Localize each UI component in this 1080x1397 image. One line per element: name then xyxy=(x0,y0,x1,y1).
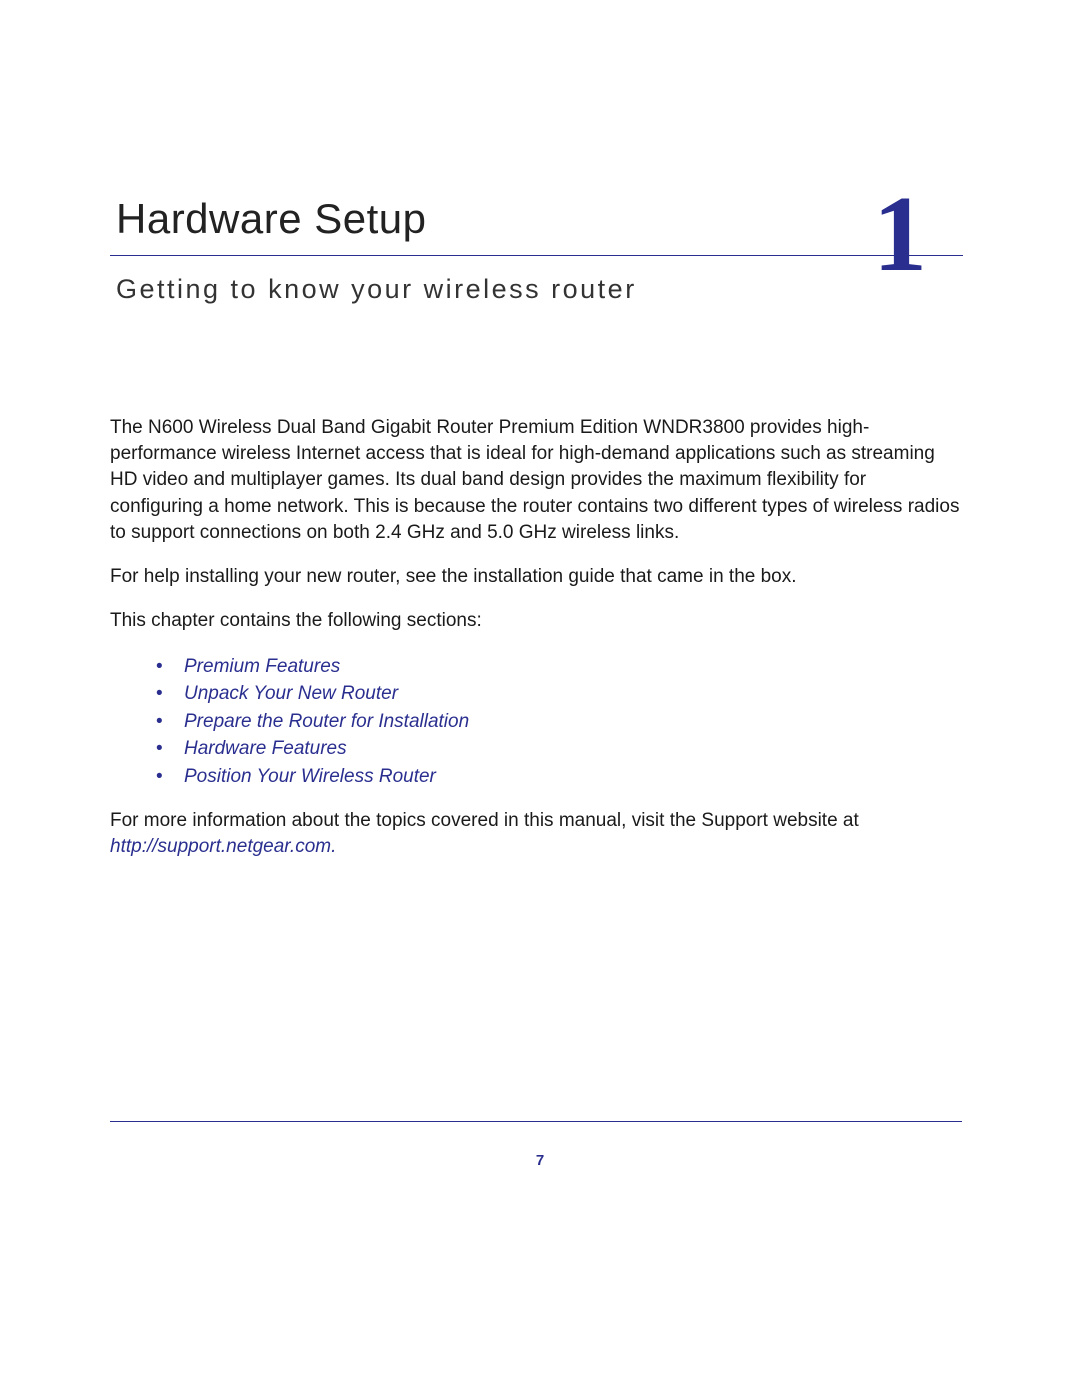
more-info-prefix: For more information about the topics co… xyxy=(110,810,859,831)
sections-intro: This chapter contains the following sect… xyxy=(110,608,962,634)
chapter-number: 1 xyxy=(873,181,927,289)
section-link-unpack-router[interactable]: Unpack Your New Router xyxy=(156,680,975,708)
sections-list: Premium Features Unpack Your New Router … xyxy=(156,653,975,791)
chapter-header: Hardware Setup Getting to know your wire… xyxy=(110,195,975,305)
section-link-hardware-features[interactable]: Hardware Features xyxy=(156,735,975,763)
document-page: Hardware Setup Getting to know your wire… xyxy=(0,0,1080,1397)
title-divider xyxy=(110,255,963,256)
support-link[interactable]: http://support.netgear.com xyxy=(110,836,331,857)
footer-divider xyxy=(110,1121,962,1122)
chapter-subtitle: Getting to know your wireless router xyxy=(116,274,975,305)
page-number: 7 xyxy=(0,1152,1080,1169)
help-paragraph: For help installing your new router, see… xyxy=(110,564,962,590)
more-info-suffix: . xyxy=(331,836,336,857)
more-info-paragraph: For more information about the topics co… xyxy=(110,808,962,860)
intro-paragraph: The N600 Wireless Dual Band Gigabit Rout… xyxy=(110,415,962,546)
section-link-premium-features[interactable]: Premium Features xyxy=(156,653,975,681)
section-link-position-router[interactable]: Position Your Wireless Router xyxy=(156,763,975,791)
chapter-title: Hardware Setup xyxy=(116,195,975,243)
section-link-prepare-installation[interactable]: Prepare the Router for Installation xyxy=(156,708,975,736)
